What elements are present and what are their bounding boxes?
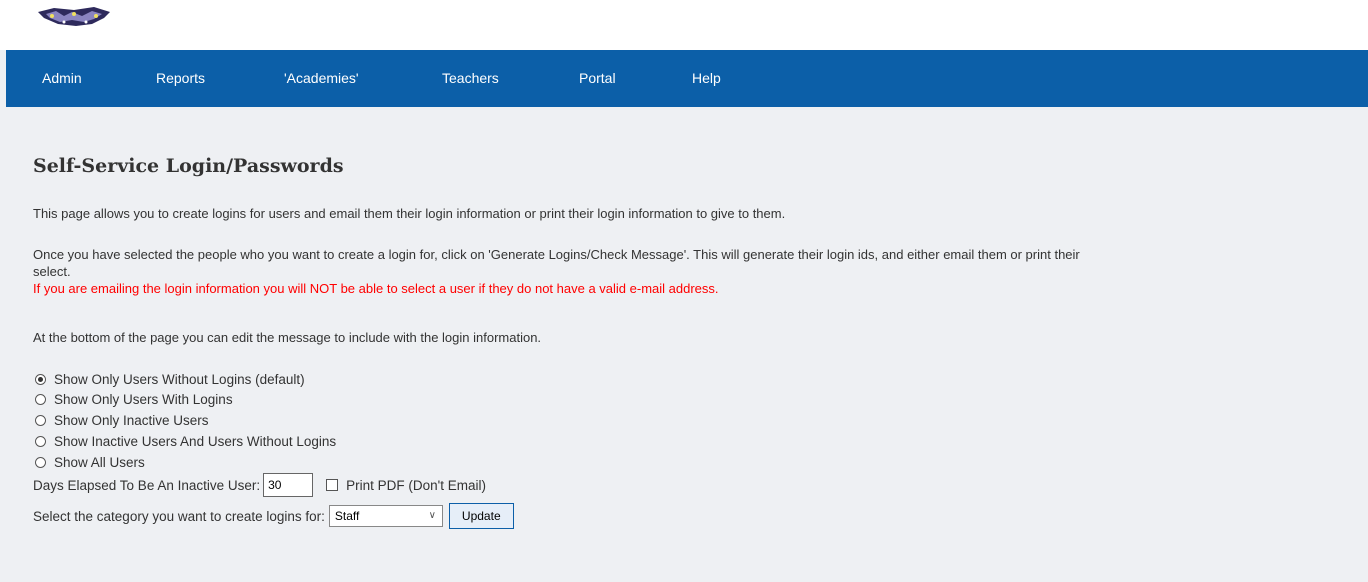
- category-row: Select the category you want to create l…: [33, 503, 514, 529]
- nav-portal[interactable]: Portal: [579, 50, 616, 107]
- radio-button[interactable]: [35, 456, 46, 468]
- intro-text: This page allows you to create logins fo…: [33, 206, 786, 221]
- radio-button[interactable]: [35, 393, 46, 405]
- instructions-line-1: Once you have selected the people who yo…: [33, 247, 1080, 262]
- instructions-line-2: select.: [33, 264, 71, 279]
- nav-reports[interactable]: Reports: [156, 50, 205, 107]
- days-input[interactable]: [263, 473, 314, 497]
- nav-teachers[interactable]: Teachers: [442, 50, 499, 107]
- filter-option-label: Show Inactive Users And Users Without Lo…: [54, 433, 337, 449]
- radio-button[interactable]: [35, 414, 46, 426]
- radio-button[interactable]: [35, 373, 46, 385]
- school-logo[interactable]: [34, 4, 114, 30]
- filter-option-without-logins[interactable]: Show Only Users Without Logins (default): [35, 369, 305, 389]
- print-pdf-label: Print PDF (Don't Email): [346, 477, 486, 493]
- email-warning: If you are emailing the login informatio…: [33, 281, 719, 296]
- filter-option-label: Show Only Inactive Users: [54, 412, 209, 428]
- category-selected-value: Staff: [334, 509, 360, 523]
- print-pdf-checkbox[interactable]: [326, 479, 339, 491]
- filter-option-inactive-and-without[interactable]: Show Inactive Users And Users Without Lo…: [35, 431, 336, 451]
- radio-button[interactable]: [35, 435, 46, 447]
- nav-academies[interactable]: 'Academies': [284, 50, 359, 107]
- category-select[interactable]: Staff ∨: [328, 505, 443, 527]
- page-title: Self-Service Login/Passwords: [33, 155, 344, 177]
- filter-option-inactive[interactable]: Show Only Inactive Users: [35, 410, 209, 430]
- main-nav: Admin Reports 'Academies' Teachers Porta…: [6, 50, 1368, 107]
- nav-help[interactable]: Help: [692, 50, 721, 107]
- category-label: Select the category you want to create l…: [33, 508, 325, 524]
- inactive-days-row: Days Elapsed To Be An Inactive User: Pri…: [33, 473, 486, 497]
- update-button[interactable]: Update: [448, 503, 514, 529]
- filter-option-label: Show Only Users With Logins: [54, 391, 233, 407]
- header-bar: [0, 0, 1368, 50]
- filter-option-label: Show Only Users Without Logins (default): [54, 371, 305, 387]
- filter-option-with-logins[interactable]: Show Only Users With Logins: [35, 389, 233, 409]
- filter-option-label: Show All Users: [54, 454, 145, 470]
- chevron-down-icon: ∨: [428, 510, 436, 521]
- filter-option-all-users[interactable]: Show All Users: [35, 452, 145, 472]
- bottom-note: At the bottom of the page you can edit t…: [33, 330, 542, 345]
- days-label: Days Elapsed To Be An Inactive User:: [33, 477, 261, 493]
- nav-admin[interactable]: Admin: [42, 50, 82, 107]
